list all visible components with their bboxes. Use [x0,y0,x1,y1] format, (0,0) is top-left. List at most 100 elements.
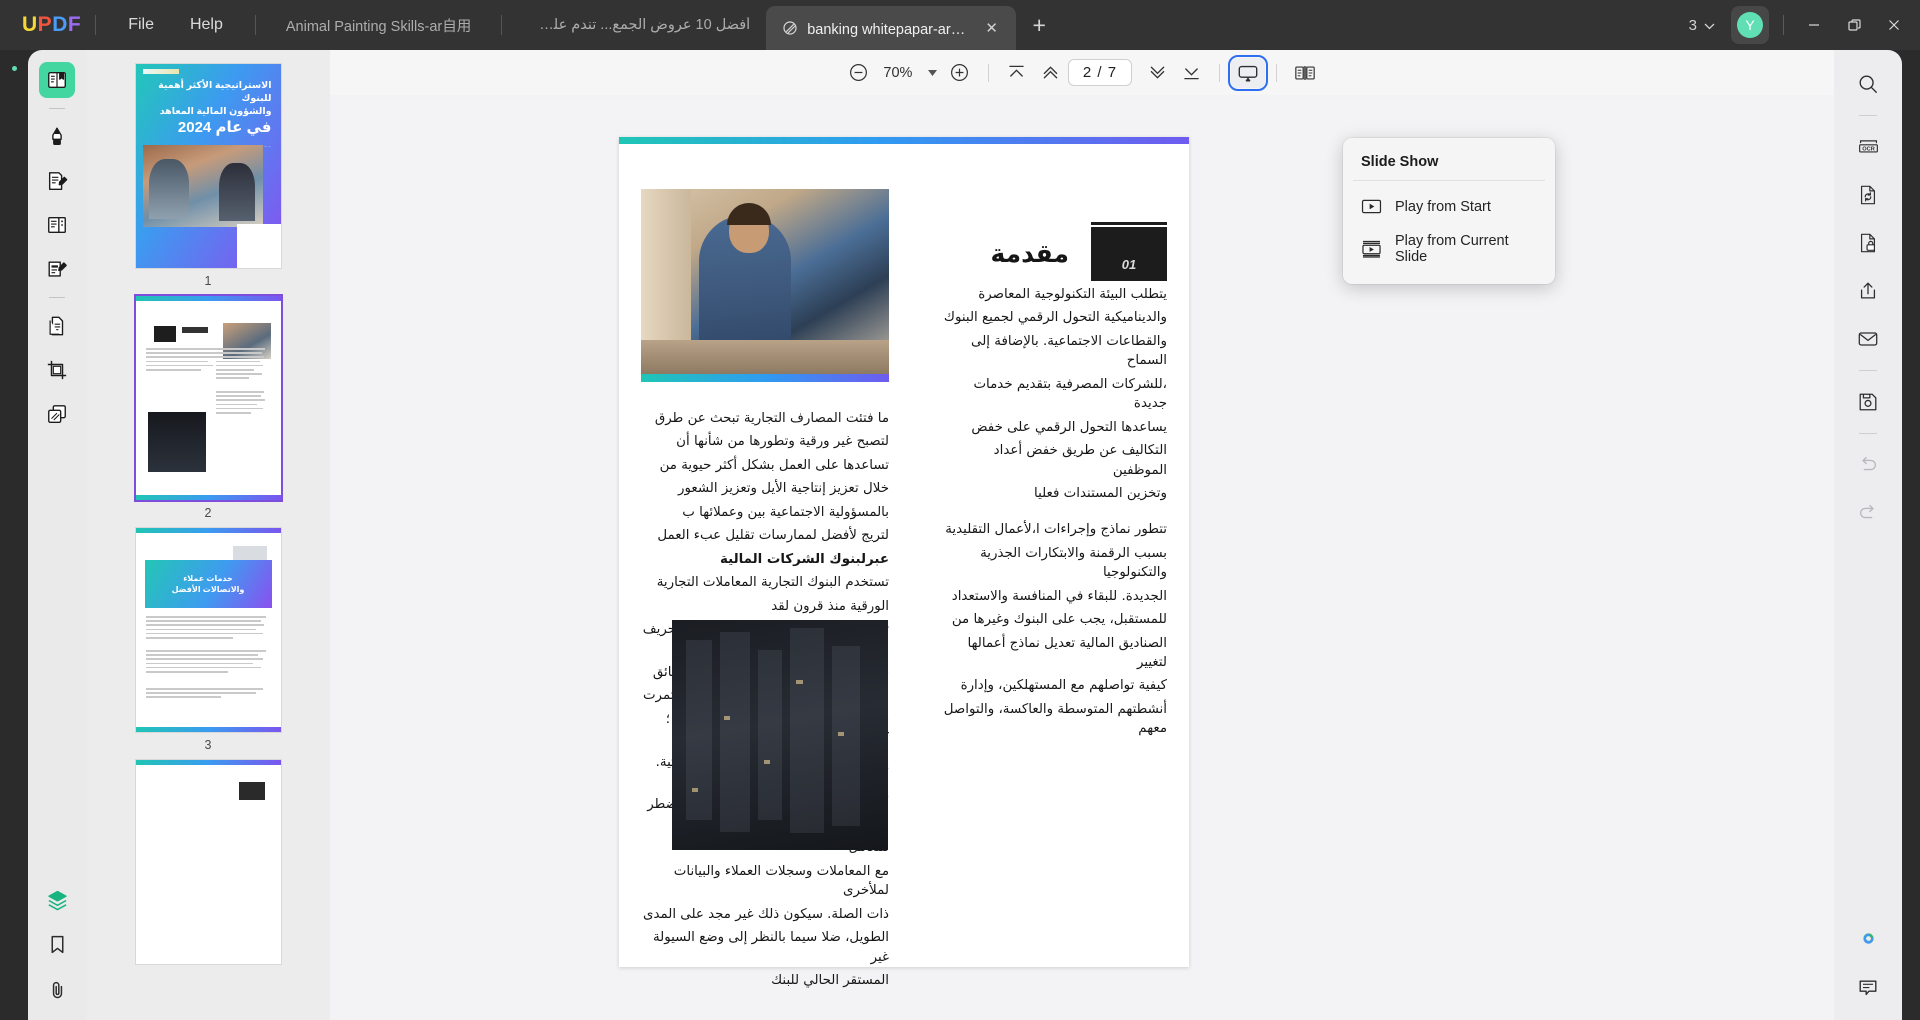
close-window-button[interactable] [1874,8,1914,42]
divider [501,15,503,35]
play-from-start-item[interactable]: Play from Start [1343,189,1555,224]
tab-label: Animal Painting Skills-ar自用 [285,18,472,35]
close-tab-icon[interactable]: ✕ [983,19,1000,37]
highlight-tool[interactable] [39,119,75,155]
thumbnail-page-3[interactable]: خدمات عملاء والاتصالات الأفضل 3 [86,528,330,752]
convert-file-tool[interactable] [1850,177,1886,213]
paragraph-line: لتريج لأفضل لممارسات تقليل عبء العمل [657,528,889,544]
paragraph-line: الصناديق المالية تعديل نماذج أعمالها لتغ… [967,635,1167,670]
previous-page-button[interactable] [1034,58,1068,88]
new-tab-button[interactable]: + [1022,8,1056,42]
page-indicator[interactable]: 2 / 7 [1067,59,1133,86]
email-tool[interactable] [1850,321,1886,357]
thumbnail-image[interactable]: خدمات عملاء والاتصالات الأفضل [135,528,281,732]
divider [1859,433,1877,434]
zoom-dropdown-caret[interactable] [922,64,943,82]
divider [1859,115,1877,116]
ai-assistant[interactable] [1850,920,1886,956]
search-tool[interactable] [1850,66,1886,102]
thumbnail-image[interactable] [135,296,281,500]
paragraph-line: خلال تعزيز إنتاجية الأيل وتعزيز الشعور [677,481,889,497]
minimize-button[interactable] [1794,8,1834,42]
thumbnail-page-2[interactable]: 2 [86,296,330,520]
thumbnail-image[interactable]: الاستراتيجية الأكثر أهمية للبنوك والشؤون… [135,64,281,268]
share-tool[interactable] [1850,273,1886,309]
hero-photo [641,189,889,374]
document-column-left: يتطلب البيئة التكنولوجية المعاصرة والدين… [937,285,1167,739]
zoom-level-label[interactable]: 70% [876,65,920,81]
menu-help[interactable]: Help [172,10,241,40]
thumbnail-panel[interactable]: الاستراتيجية الأكثر أهمية للبنوك والشؤون… [86,50,330,1020]
tab-count-button[interactable]: 3 [1681,12,1723,39]
paragraph-line: للمستقبل، يجب على البنوك وغيرها من [951,612,1167,628]
paragraph-line: بالمسؤولية الاجتماعية بين وعملائها ب [682,504,889,520]
zoom-out-button[interactable] [842,58,876,88]
layers-tool[interactable] [39,882,75,918]
right-edge-rail [1902,50,1920,1020]
account-avatar-button[interactable]: Y [1731,6,1769,44]
menu-file[interactable]: File [110,10,172,40]
building-photo [672,620,888,850]
paragraph-line: ،للشركات المصرفية بتقديم خدمات جديدة [973,376,1167,412]
maximize-button[interactable] [1834,8,1874,42]
divider [254,15,256,35]
paragraph-line: يساعدها التحول الرقمي على خفض [971,419,1167,435]
paragraph-line: الورقية منذ قرون لقد [771,598,889,614]
tab-arabic-offers[interactable]: أفضل 10 عروض الجمع... تندم على تفويتها* [516,6,766,44]
thumbnail-image[interactable] [135,760,281,964]
reader-tool[interactable] [39,62,75,98]
save-tool[interactable] [1850,384,1886,420]
updf-logo: UPDF [22,0,81,50]
paragraph-line: ما فتئت المصارف التجارية تبحث عن طرق [654,411,889,426]
left-edge-rail [0,50,28,1020]
slideshow-dropdown[interactable]: Slide Show Play from Start Play from Cur… [1343,138,1555,284]
section-number-box: 01 [1091,222,1167,281]
organize-tool[interactable] [39,207,75,243]
thumbnail-page-1[interactable]: الاستراتيجية الأكثر أهمية للبنوك والشؤون… [86,64,330,288]
zoom-in-button[interactable] [943,58,977,88]
attachment-tool[interactable] [39,972,75,1008]
paragraph-line: تتطور نماذج وإجراءات ا،لأعمال التقليدية [945,522,1167,538]
dual-page-view-button[interactable] [1288,58,1322,88]
divider [1783,15,1784,35]
svg-text:OCR: OCR [1862,146,1875,152]
logo-letter-d: D [52,13,68,36]
logo-letter-p: P [37,13,53,36]
dropdown-title: Slide Show [1361,154,1439,170]
pdf-page[interactable]: مقدمة 01 يتطلب البيئة التكنولوجية المعاص… [619,137,1189,988]
comment-tool[interactable] [1850,970,1886,1006]
divider [1219,63,1221,82]
next-page-button[interactable] [1140,58,1174,88]
logo-letter-u: U [22,13,38,36]
bookmark-tool[interactable] [39,926,75,962]
slideshow-button[interactable] [1228,54,1269,91]
menu-item-label: Play from Start [1395,198,1491,215]
tab-banking-whitepaper[interactable]: banking whitepapar-ar自用 ✕ [766,6,1017,50]
subsection-heading: عبرلبنوك الشركات المالية [720,551,889,567]
paragraph-line: كيفية تواصلهم مع المستهلكين، وإدارة [960,678,1167,694]
ocr-tool[interactable]: OCR [1850,129,1886,165]
undo-tool[interactable] [1850,447,1886,483]
page-scroll-area[interactable]: مقدمة 01 يتطلب البيئة التكنولوجية المعاص… [330,95,1834,1020]
annotate-tool[interactable] [39,251,75,287]
right-tool-column: OCR [1834,50,1902,1020]
play-from-current-slide-item[interactable]: Play from Current Slide [1343,224,1555,274]
convert-tool[interactable] [39,308,75,344]
paragraph-line: وتخزين المستندات فعليا [1034,485,1167,501]
pdf-file-icon [782,20,798,36]
protect-tool[interactable] [1850,225,1886,261]
first-page-button[interactable] [1000,58,1034,88]
divider [1859,370,1877,371]
edit-tool[interactable] [39,163,75,199]
redo-tool[interactable] [1850,495,1886,531]
section-number: 01 [1121,257,1137,272]
thumbnail-page-4[interactable] [86,760,330,964]
last-page-button[interactable] [1174,58,1208,88]
divider [987,63,989,82]
paragraph-line: التكاليف عن طريق خفض أعداد الموظفين [993,443,1167,478]
paragraph-line: والديناميكية التحول الرقمي لجميع البنوك [943,310,1167,326]
tab-animal-painting[interactable]: Animal Painting Skills-ar自用 [270,6,487,44]
compare-tool[interactable] [39,396,75,432]
thumb-title: خدمات عملاء والاتصالات الأفضل [171,573,245,594]
crop-tool[interactable] [39,352,75,388]
